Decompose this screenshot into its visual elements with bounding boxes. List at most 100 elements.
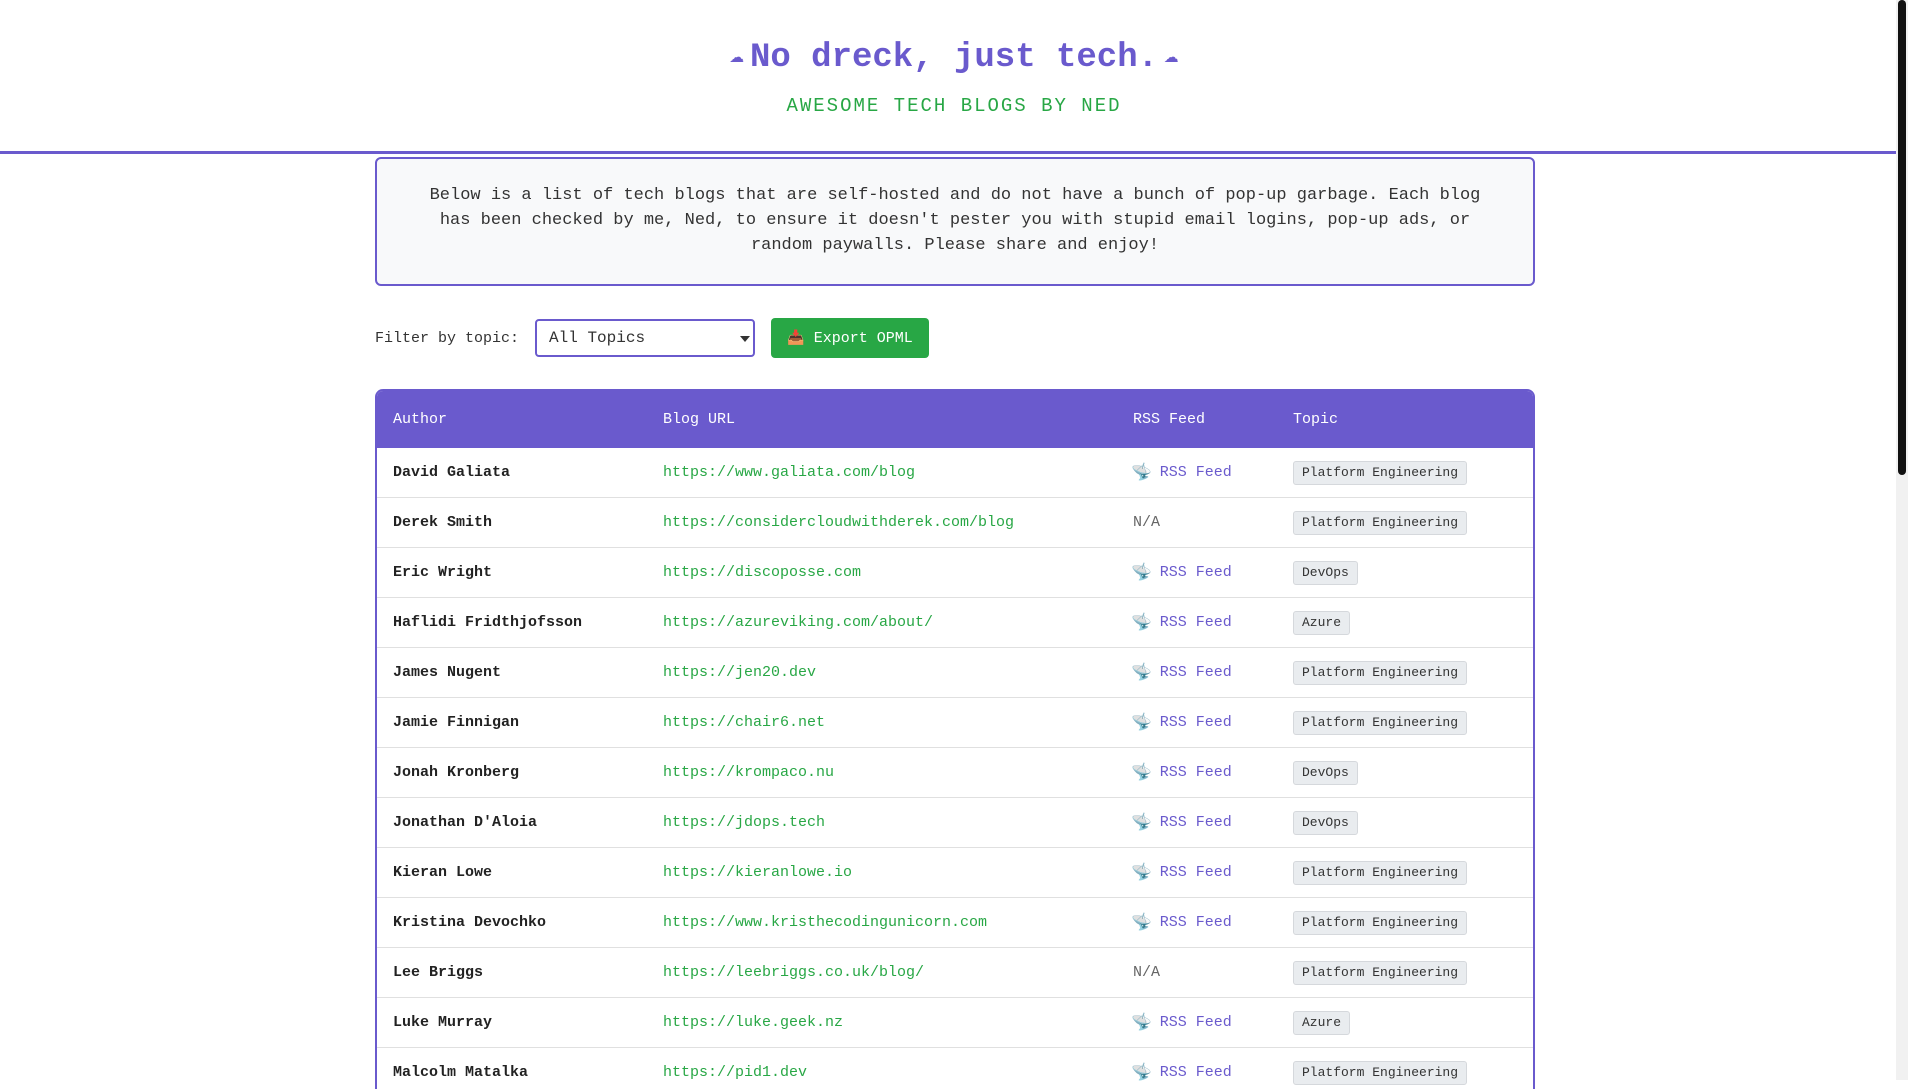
rss-feed-link[interactable]: 📡 RSS Feed: [1131, 912, 1277, 934]
rss-cell: 📡 RSS Feed: [1117, 612, 1277, 635]
download-tray-icon: 📥: [787, 330, 805, 347]
author-name: Jonathan D'Aloia: [393, 814, 538, 831]
author-name: Lee Briggs: [393, 964, 484, 981]
blog-url-link[interactable]: https://kieranlowe.io: [663, 864, 852, 881]
blog-url-link[interactable]: https://chair6.net: [663, 714, 825, 731]
topic-cell: Platform Engineering: [1277, 1060, 1533, 1085]
rss-cell: N/A: [1117, 964, 1277, 981]
rss-feed-link[interactable]: 📡 RSS Feed: [1131, 1012, 1277, 1034]
site-subtitle: AWESOME TECH BLOGS BY NED: [786, 95, 1122, 117]
topic-tag: Platform Engineering: [1293, 860, 1468, 885]
rss-feed-link[interactable]: 📡 RSS Feed: [1130, 762, 1277, 785]
rss-feed-link[interactable]: 📡 RSS Feed: [1131, 562, 1277, 584]
satellite-dish-icon: 📡: [1130, 1062, 1155, 1085]
blog-url-link[interactable]: https://jdops.tech: [663, 814, 825, 831]
satellite-dish-icon: 📡: [1130, 662, 1155, 685]
blog-url-link[interactable]: https://leebriggs.co.uk/blog/: [663, 964, 924, 981]
blog-url-link[interactable]: https://krompaco.nu: [663, 764, 834, 781]
rss-feed-label: RSS Feed: [1159, 564, 1232, 581]
topic-cell: Platform Engineering: [1277, 860, 1533, 885]
export-opml-button[interactable]: 📥 Export OPML: [771, 318, 930, 358]
topic-tag: Platform Engineering: [1293, 1060, 1468, 1085]
column-header-author: Author: [393, 411, 448, 428]
author-name: Derek Smith: [393, 514, 493, 531]
scrollbar-thumb[interactable]: [1898, 0, 1906, 475]
intro-text: Below is a list of tech blogs that are s…: [429, 186, 1481, 255]
rss-cell: 📡 RSS Feed: [1117, 812, 1277, 834]
rss-feed-link[interactable]: 📡 RSS Feed: [1130, 1062, 1277, 1085]
author-name: Malcolm Matalka: [393, 1064, 529, 1081]
blog-url-cell: https://jdops.tech: [647, 814, 1117, 831]
author-name: Luke Murray: [393, 1014, 493, 1031]
topic-tag: Platform Engineering: [1293, 460, 1468, 485]
table-row: Haflidi Fridthjofsson https://azureviking…: [377, 598, 1533, 648]
table-row: Lee Briggs https://leebriggs.co.uk/blog/N…: [377, 948, 1533, 998]
topic-tag: Platform Engineering: [1293, 910, 1468, 935]
rss-feed-link[interactable]: 📡 RSS Feed: [1131, 462, 1277, 484]
blog-url-link[interactable]: https://pid1.dev: [663, 1064, 807, 1081]
author-name: Eric Wright: [393, 564, 493, 581]
rss-not-available: N/A: [1133, 514, 1161, 531]
blog-url-link[interactable]: https://jen20.dev: [663, 664, 816, 681]
author-name: Kieran Lowe: [393, 864, 493, 881]
table-header: Author Blog URL RSS Feed Topic: [377, 391, 1533, 448]
rss-cell: 📡 RSS Feed: [1117, 1012, 1277, 1034]
table-row: Kristina Devochko https://www.kristhecodi…: [377, 898, 1533, 948]
blog-url-link[interactable]: https://considercloudwithderek.com/blog: [663, 514, 1014, 531]
rss-feed-label: RSS Feed: [1159, 1014, 1232, 1031]
rss-feed-link[interactable]: 📡 RSS Feed: [1131, 812, 1277, 834]
rss-cell: 📡 RSS Feed: [1117, 912, 1277, 934]
rss-feed-label: RSS Feed: [1159, 714, 1232, 731]
rss-feed-label: RSS Feed: [1159, 914, 1232, 931]
table-row: Eric Wright https://discoposse.com 📡 RSS Fe…: [377, 548, 1533, 598]
topic-cell: Platform Engineering: [1277, 910, 1533, 935]
satellite-dish-icon: 📡: [1130, 862, 1155, 885]
site-title-text: No dreck, just tech.: [749, 39, 1159, 77]
rss-feed-link[interactable]: 📡 RSS Feed: [1130, 862, 1277, 885]
blog-url-cell: https://www.galiata.com/blog: [647, 464, 1117, 481]
column-header-blog-url: Blog URL: [663, 411, 736, 428]
topic-cell: Azure: [1277, 610, 1533, 635]
rss-feed-label: RSS Feed: [1159, 814, 1232, 831]
page: ☁ No dreck, just tech. ☁ AWESOME TECH BLOG…: [0, 0, 1908, 1089]
table-row: Kieran Lowe https://kieranlowe.io 📡 RSS Fee…: [377, 848, 1533, 898]
blog-url-link[interactable]: https://www.galiata.com/blog: [663, 464, 915, 481]
blog-url-cell: https://krompaco.nu: [647, 764, 1117, 781]
rss-feed-link[interactable]: 📡 RSS Feed: [1130, 662, 1277, 685]
blog-url-cell: https://azureviking.com/about/: [647, 614, 1117, 631]
topic-tag: DevOps: [1293, 560, 1358, 585]
blog-url-link[interactable]: https://discoposse.com: [663, 564, 861, 581]
rss-cell: 📡 RSS Feed: [1117, 1062, 1277, 1085]
blog-url-link[interactable]: https://luke.geek.nz: [663, 1014, 843, 1031]
rss-feed-link[interactable]: 📡 RSS Feed: [1131, 712, 1277, 734]
topic-cell: Platform Engineering: [1277, 510, 1533, 535]
topic-tag: Azure: [1293, 610, 1351, 635]
rss-feed-label: RSS Feed: [1159, 614, 1232, 631]
rss-cell: 📡 RSS Feed: [1117, 462, 1277, 484]
rss-feed-link[interactable]: 📡 RSS Feed: [1130, 612, 1277, 635]
topic-cell: DevOps: [1277, 760, 1533, 785]
table-row: Jonathan D'Aloia https://jdops.tech 📡 RSS F…: [377, 798, 1533, 848]
export-opml-label: Export OPML: [813, 329, 913, 347]
blog-url-cell: https://www.kristhecodingunicorn.com: [647, 914, 1117, 931]
rss-feed-label: RSS Feed: [1159, 1064, 1232, 1081]
satellite-dish-icon: 📡: [1130, 762, 1155, 785]
blog-url-link[interactable]: https://www.kristhecodingunicorn.com: [663, 914, 987, 931]
rss-feed-label: RSS Feed: [1159, 864, 1232, 881]
topic-tag: Platform Engineering: [1293, 710, 1468, 735]
vertical-scrollbar[interactable]: [1896, 0, 1908, 1080]
cloud-icon: ☁: [1164, 43, 1179, 70]
table-row: James Nugent https://jen20.dev 📡 RSS Feed Pl…: [377, 648, 1533, 698]
satellite-dish-icon: 📡: [1130, 612, 1155, 635]
topic-cell: Platform Engineering: [1277, 710, 1533, 735]
author-name: James Nugent: [393, 664, 502, 681]
rss-cell: 📡 RSS Feed: [1117, 862, 1277, 885]
topic-cell: DevOps: [1277, 560, 1533, 585]
blog-url-link[interactable]: https://azureviking.com/about/: [663, 614, 933, 631]
rss-cell: 📡 RSS Feed: [1117, 712, 1277, 734]
rss-not-available: N/A: [1133, 964, 1161, 981]
blog-url-cell: https://pid1.dev: [647, 1064, 1117, 1081]
column-header-topic: Topic: [1293, 411, 1339, 428]
topic-filter-select[interactable]: All Topics: [535, 319, 756, 357]
blog-url-cell: https://discoposse.com: [647, 564, 1117, 581]
